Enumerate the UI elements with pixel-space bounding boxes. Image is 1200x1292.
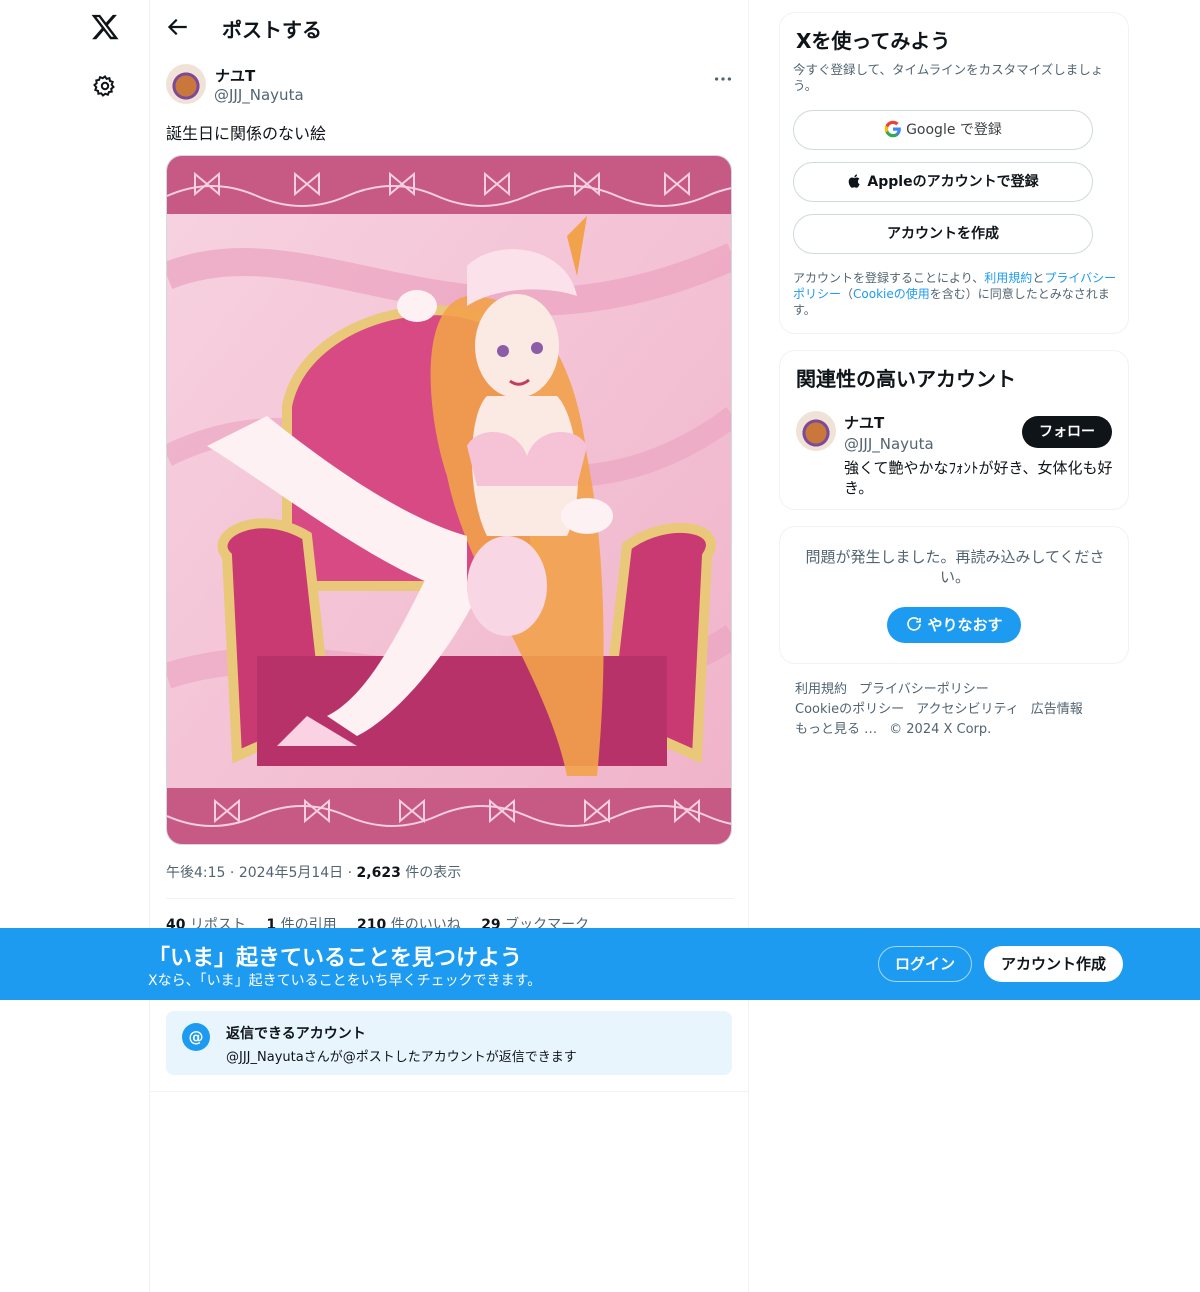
apple-signup-label: Appleのアカウントで登録 [867, 174, 1039, 190]
create-account-button[interactable]: アカウントを作成 [793, 214, 1093, 254]
views-label: 件の表示 [405, 865, 462, 881]
reply-restriction-notice: @ 返信できるアカウント @JJJ_Nayutaさんが@ポストしたアカウントが返… [166, 1011, 732, 1075]
at-sign-icon: @ [182, 1023, 210, 1051]
relevant-accounts-title: 関連性の高いアカウント [796, 367, 1016, 391]
meta-separator: · [347, 865, 357, 881]
google-icon [884, 120, 901, 137]
arrow-left-icon[interactable] [164, 14, 190, 40]
follow-button[interactable]: フォロー [1022, 416, 1112, 448]
error-card: 問題が発生しました。再読み込みしてください。 やりなおす [779, 526, 1129, 664]
cookie-link[interactable]: Cookieの使用 [853, 287, 930, 301]
post-date[interactable]: 2024年5月14日 [239, 865, 343, 881]
error-message: 問題が発生しました。再読み込みしてください。 [805, 548, 1105, 586]
account-handle[interactable]: @JJJ_Nayuta [844, 435, 934, 453]
login-prompt-bar: 「いま」起きていることを見つけよう Xなら、「いま」起きていることをいち早くチェ… [0, 928, 1200, 1000]
retry-button[interactable]: やりなおす [887, 607, 1021, 643]
post-image[interactable] [166, 155, 732, 845]
footer-link-more[interactable]: もっと見る … [795, 720, 877, 740]
footer-link-cookie[interactable]: Cookieのポリシー [795, 700, 904, 720]
gear-icon[interactable] [93, 74, 117, 98]
author-name[interactable]: ナユT [215, 65, 255, 86]
post-author: ナユT @JJJ_Nayuta [166, 64, 734, 108]
retry-label: やりなおす [927, 616, 1003, 634]
footer-link-privacy[interactable]: プライバシーポリシー [859, 680, 989, 700]
google-signup-label: Google で登録 [906, 122, 1002, 138]
terms-notice: アカウントを登録することにより、利用規約とプライバシーポリシー（Cookieの使… [793, 271, 1117, 317]
views-count: 2,623 [356, 865, 401, 881]
account-name[interactable]: ナユT [844, 412, 884, 433]
terms-link[interactable]: 利用規約 [984, 271, 1032, 285]
footer-copyright: © 2024 X Corp. [889, 722, 992, 737]
page-header: ポストする [150, 0, 750, 53]
footer-link-ads[interactable]: 広告情報 [1031, 700, 1083, 720]
page-title: ポストする [222, 18, 322, 42]
signup-card: Xを使ってみよう 今すぐ登録して、タイムラインをカスタマイズしましょう。 Goo… [779, 12, 1129, 334]
sidebar-footer: 利用規約 プライバシーポリシー Cookieのポリシー アクセシビリティ 広告情報 も… [795, 680, 1125, 740]
post-text: 誕生日に関係のない絵 [166, 124, 327, 143]
relevant-accounts-card: 関連性の高いアカウント ナユT @JJJ_Nayuta フォロー 強くて艶やかな… [779, 350, 1129, 510]
post-time[interactable]: 午後4:15 [166, 865, 225, 881]
divider [150, 1091, 748, 1092]
signup-card-subtitle: 今すぐ登録して、タイムラインをカスタマイズしましょう。 [793, 62, 1104, 93]
more-options-icon[interactable] [712, 68, 734, 90]
main-column: ポストする ナユT @JJJ_Nayuta 誕生日に関係のない絵 午後4:15 … [149, 0, 749, 1292]
login-prompt-subtitle: Xなら、「いま」起きていることをいち早くチェックできます。 [148, 973, 542, 989]
reply-restriction-subtitle: @JJJ_Nayutaさんが@ポストしたアカウントが返信できます [226, 1050, 577, 1065]
refresh-icon [907, 617, 922, 631]
post-meta: 午後4:15 · 2024年5月14日 · 2,623 件の表示 [166, 862, 461, 882]
meta-separator: · [229, 865, 239, 881]
divider [166, 898, 734, 899]
x-logo-icon[interactable] [90, 10, 120, 44]
login-button[interactable]: ログイン [878, 946, 972, 982]
footer-link-terms[interactable]: 利用規約 [795, 680, 847, 700]
account-bio: 強くて艶やかなﾌｫﾝﾄが好き、女体化も好き。 [844, 459, 1113, 497]
login-prompt-title: 「いま」起きていることを見つけよう [148, 946, 523, 971]
signup-button[interactable]: アカウント作成 [984, 946, 1123, 982]
apple-icon [849, 173, 861, 188]
footer-link-accessibility[interactable]: アクセシビリティ [916, 700, 1019, 720]
author-handle[interactable]: @JJJ_Nayuta [214, 86, 304, 104]
avatar[interactable] [796, 411, 836, 451]
avatar[interactable] [166, 64, 206, 104]
signup-card-title: Xを使ってみよう [796, 29, 951, 53]
reply-restriction-title: 返信できるアカウント [226, 1026, 366, 1042]
apple-signup-button[interactable]: Appleのアカウントで登録 [793, 162, 1093, 202]
google-signup-button[interactable]: Google で登録 [793, 110, 1093, 150]
